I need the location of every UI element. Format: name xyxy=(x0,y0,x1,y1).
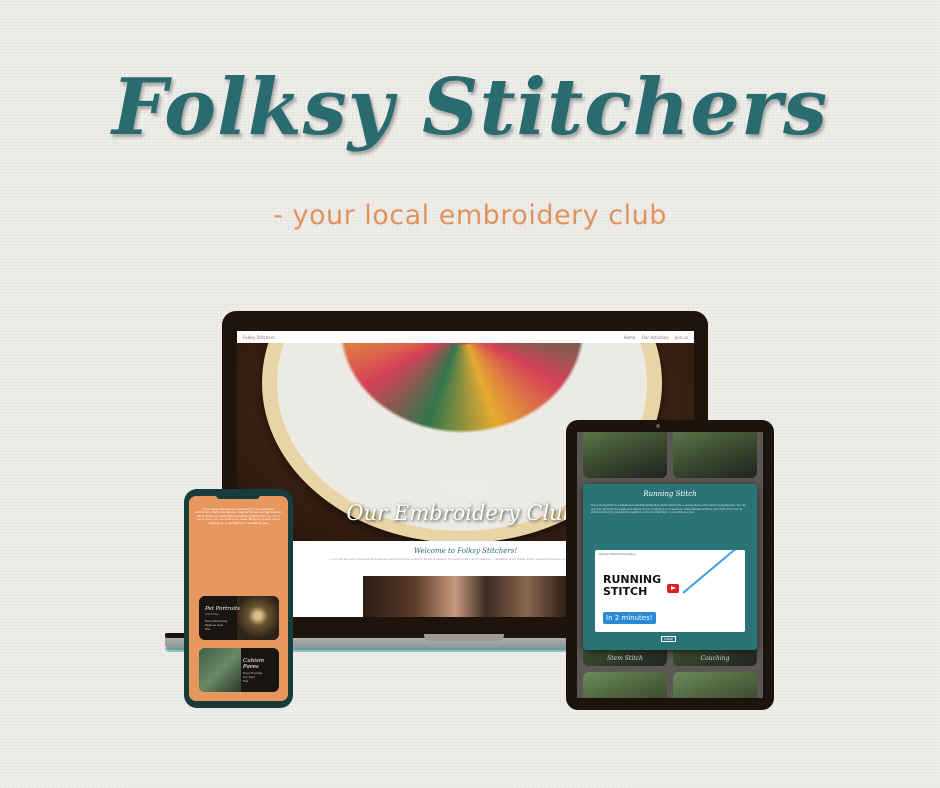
activity-title: Pet Portraits xyxy=(205,606,240,612)
stitch-card[interactable] xyxy=(583,672,667,698)
close-button[interactable]: close xyxy=(661,636,677,642)
modal-text: The running stitch is a simple and versa… xyxy=(591,504,747,514)
activity-title: Cubism Faces xyxy=(243,658,265,670)
play-icon[interactable] xyxy=(667,584,679,593)
page-title: Folksy Stitchers xyxy=(111,62,829,153)
activity-card[interactable]: Pet Portraits with Folksy Every Wednesda… xyxy=(199,596,279,640)
modal-title: Running Stitch xyxy=(643,490,697,498)
page-tagline: - your local embroidery club xyxy=(273,200,667,231)
members-photo xyxy=(363,576,568,617)
video-title-line2: STITCH xyxy=(603,585,648,598)
nav-activities[interactable]: Our Activities xyxy=(642,335,669,340)
stitch-modal: Running Stitch The running stitch is a s… xyxy=(583,484,757,650)
stitch-card[interactable] xyxy=(583,432,667,478)
phone-intro-text: Here Folksy Stitchers is a community to … xyxy=(195,508,282,525)
needle-icon xyxy=(682,550,736,594)
nav-join[interactable]: Join us xyxy=(675,335,688,340)
video-player[interactable]: Studio Hand Embroidery RUNNING STITCH In… xyxy=(595,550,745,632)
face-image xyxy=(199,648,241,692)
activity-card[interactable]: Cubism Faces with Folksy Every Thursday … xyxy=(199,648,279,692)
camera-icon xyxy=(656,424,660,428)
site-logo[interactable]: Folksy Stitchers xyxy=(243,335,274,340)
phone-screen: Here Folksy Stitchers is a community to … xyxy=(189,496,288,701)
nav-home[interactable]: Home xyxy=(624,335,636,340)
laptop-notch xyxy=(424,634,504,641)
site-navbar: Folksy Stitchers Home Our Activities Joi… xyxy=(237,331,694,343)
video-channel: Studio Hand Embroidery xyxy=(599,552,636,556)
tablet-screen: Stem Stitch Couching Running Stitch The … xyxy=(577,432,763,698)
cat-portrait-image xyxy=(237,596,279,640)
stitch-card[interactable] xyxy=(673,672,757,698)
stitch-card[interactable] xyxy=(673,432,757,478)
video-badge: In 2 minutes! xyxy=(603,612,656,624)
phone-notch xyxy=(216,493,260,499)
